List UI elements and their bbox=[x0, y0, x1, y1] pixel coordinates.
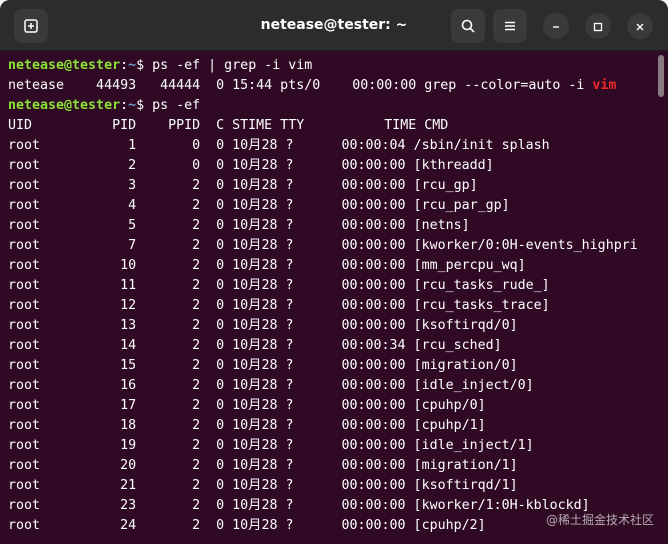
process-row: root 15 2 0 10月28 ? 00:00:00 [migration/… bbox=[8, 358, 518, 373]
terminal-output[interactable]: netease@tester:~$ ps -ef | grep -i vim n… bbox=[0, 51, 652, 544]
process-row: root 2 0 0 10月28 ? 00:00:00 [kthreadd] bbox=[8, 158, 494, 173]
command-line-1: netease@tester:~$ ps -ef | grep -i vim bbox=[8, 56, 312, 76]
prompt-user: netease@tester bbox=[8, 98, 121, 113]
prompt-path: ~ bbox=[128, 98, 137, 113]
command-line-2: netease@tester:~$ ps -ef bbox=[8, 96, 200, 116]
maximize-icon bbox=[593, 17, 603, 36]
process-row: root 14 2 0 10月28 ? 00:00:34 [rcu_sched] bbox=[8, 338, 502, 353]
prompt-separator: : bbox=[120, 98, 129, 113]
command-text: ps -ef bbox=[152, 98, 201, 113]
process-row: root 5 2 0 10月28 ? 00:00:00 [netns] bbox=[8, 218, 470, 233]
process-row: root 21 2 0 10月28 ? 00:00:00 [ksoftirqd/… bbox=[8, 478, 518, 493]
process-row: root 10 2 0 10月28 ? 00:00:00 [mm_percpu_… bbox=[8, 258, 526, 273]
grep-result-line: netease 44493 44444 0 15:44 pts/0 00:00:… bbox=[8, 76, 616, 96]
process-row: root 13 2 0 10月28 ? 00:00:00 [ksoftirqd/… bbox=[8, 318, 518, 333]
process-row: root 18 2 0 10月28 ? 00:00:00 [cpuhp/1] bbox=[8, 418, 486, 433]
process-row: root 12 2 0 10月28 ? 00:00:00 [rcu_tasks_… bbox=[8, 298, 550, 313]
command-text: ps -ef | grep -i vim bbox=[152, 58, 313, 73]
search-button[interactable] bbox=[451, 9, 485, 43]
prompt-path: ~ bbox=[128, 58, 137, 73]
watermark: @稀土掘金技术社区 bbox=[545, 513, 654, 527]
minimize-icon bbox=[551, 17, 561, 36]
process-row: root 24 2 0 10月28 ? 00:00:00 [cpuhp/2] bbox=[8, 518, 486, 533]
title-bar: netease@tester: ~ bbox=[0, 0, 668, 51]
terminal-window: netease@tester: ~ netease@tester:~$ ps -… bbox=[0, 0, 668, 544]
grep-result-text: netease 44493 44444 0 15:44 pts/0 00:00:… bbox=[8, 78, 593, 93]
close-icon bbox=[635, 17, 645, 36]
process-row: root 1 0 0 10月28 ? 00:00:04 /sbin/init s… bbox=[8, 138, 550, 153]
prompt-user: netease@tester bbox=[8, 58, 121, 73]
process-row: root 3 2 0 10月28 ? 00:00:00 [rcu_gp] bbox=[8, 178, 478, 193]
process-row: root 4 2 0 10月28 ? 00:00:00 [rcu_par_gp] bbox=[8, 198, 510, 213]
prompt-symbol: $ bbox=[136, 98, 153, 113]
prompt-separator: : bbox=[120, 58, 129, 73]
process-row: root 11 2 0 10月28 ? 00:00:00 [rcu_tasks_… bbox=[8, 278, 550, 293]
minimize-button[interactable] bbox=[543, 13, 569, 39]
prompt-symbol: $ bbox=[136, 58, 153, 73]
hamburger-menu-icon bbox=[502, 18, 518, 34]
maximize-button[interactable] bbox=[585, 13, 611, 39]
process-row: root 16 2 0 10月28 ? 00:00:00 [idle_injec… bbox=[8, 378, 534, 393]
terminal-scrollbar[interactable] bbox=[658, 55, 664, 97]
process-row: root 17 2 0 10月28 ? 00:00:00 [cpuhp/0] bbox=[8, 398, 486, 413]
process-row: root 23 2 0 10月28 ? 00:00:00 [kworker/1:… bbox=[8, 498, 590, 513]
process-row: root 7 2 0 10月28 ? 00:00:00 [kworker/0:0… bbox=[8, 238, 638, 253]
ps-header-row: UID PID PPID C STIME TTY TIME CMD bbox=[8, 118, 449, 133]
menu-button[interactable] bbox=[493, 9, 527, 43]
search-icon bbox=[460, 18, 476, 34]
grep-match-highlight: vim bbox=[592, 78, 617, 93]
process-row: root 19 2 0 10月28 ? 00:00:00 [idle_injec… bbox=[8, 438, 534, 453]
close-button[interactable] bbox=[627, 13, 653, 39]
process-row: root 20 2 0 10月28 ? 00:00:00 [migration/… bbox=[8, 458, 518, 473]
